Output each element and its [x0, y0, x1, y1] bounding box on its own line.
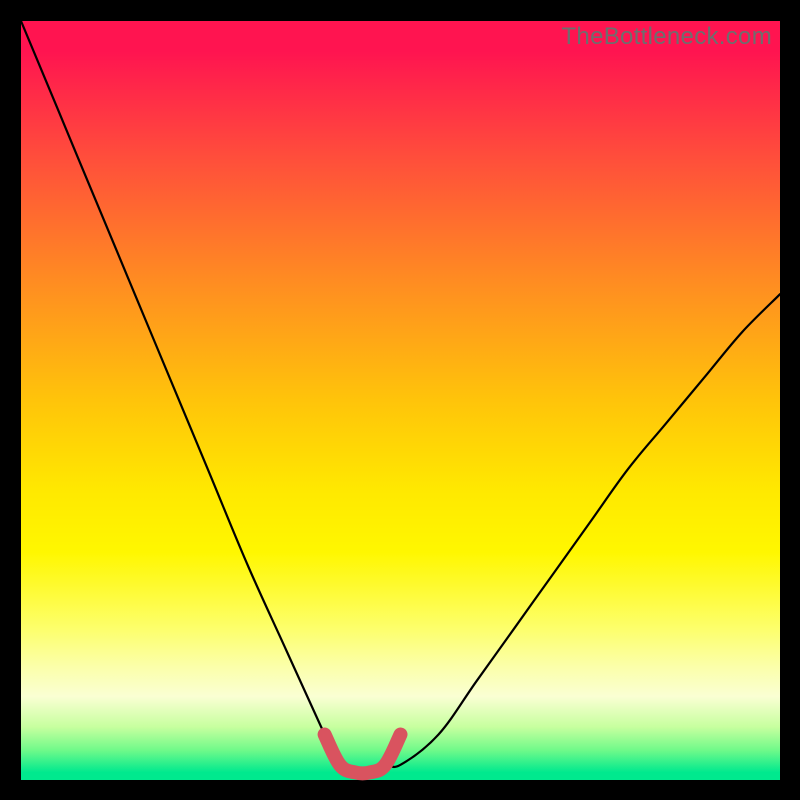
valley-highlight-path [325, 735, 401, 774]
chart-plot-area: TheBottleneck.com [21, 21, 780, 780]
black-curve-path [21, 21, 780, 773]
chart-svg [21, 21, 780, 780]
chart-frame: TheBottleneck.com [0, 0, 800, 800]
